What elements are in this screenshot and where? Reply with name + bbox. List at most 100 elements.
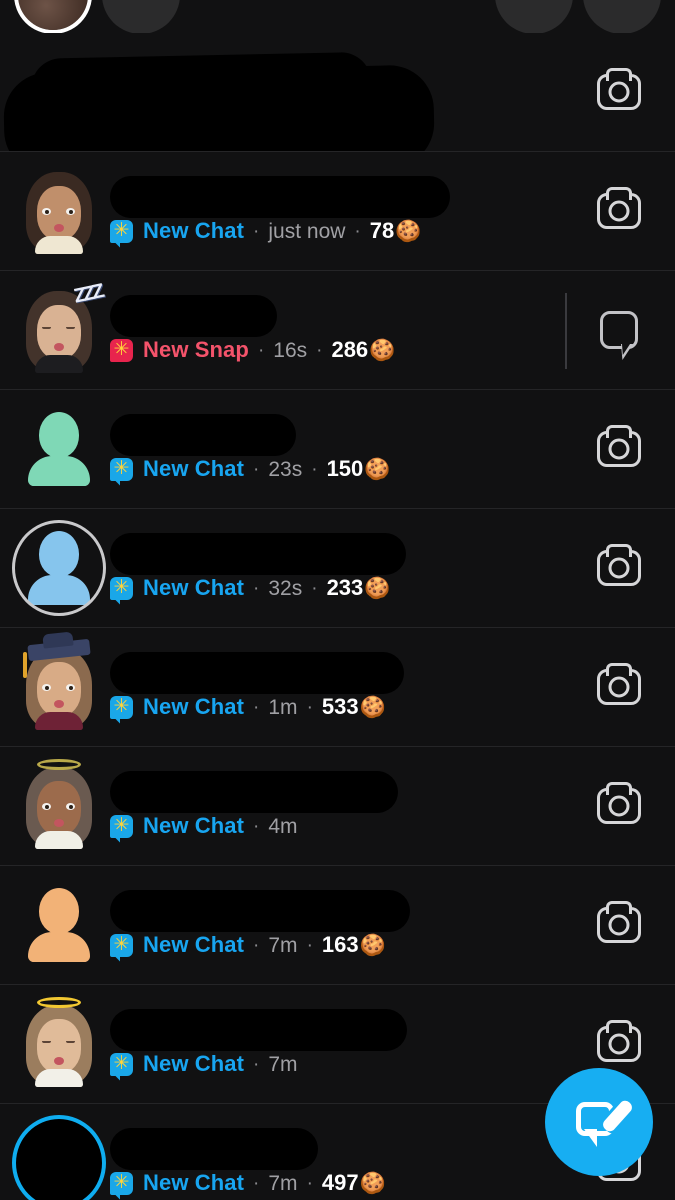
camera-icon[interactable] (597, 550, 641, 586)
separator-dot: · (253, 934, 260, 956)
chat-row[interactable]: New Chat · 32s · 233🍪 (0, 508, 675, 627)
new-chat-icon (110, 814, 133, 838)
row-action-camera[interactable] (563, 152, 675, 271)
separator-dot: · (253, 696, 260, 718)
story-circle[interactable] (495, 0, 573, 34)
timestamp: 4m (268, 814, 298, 838)
bitmoji-avatar: ZZZ (20, 280, 104, 373)
avatar[interactable]: ZZZ (16, 280, 104, 376)
stories-row[interactable] (0, 0, 675, 34)
separator-dot: · (311, 577, 318, 599)
timestamp: 1m (268, 695, 298, 719)
chat-row-redacted-hero[interactable] (0, 33, 675, 176)
default-avatar-icon (28, 412, 90, 486)
avatar[interactable] (16, 403, 102, 495)
redaction-blob (110, 175, 450, 218)
streak-emoji: 🍪 (369, 338, 396, 362)
chat-status-line: New Chat · 4m (110, 813, 563, 838)
chat-row[interactable]: New Chat · just now · 78🍪 (0, 151, 675, 270)
streak-count: 497 (321, 1170, 359, 1195)
row-action-camera[interactable] (563, 33, 675, 152)
timestamp: 16s (273, 338, 308, 362)
camera-icon[interactable] (597, 669, 641, 705)
story-circle-own[interactable] (14, 0, 92, 34)
avatar[interactable] (16, 759, 102, 852)
streak-count: 533 (321, 694, 359, 719)
contact-name (110, 413, 563, 456)
timestamp: just now (268, 219, 346, 243)
chat-row[interactable]: New Chat · 23s · 150🍪 (0, 389, 675, 508)
chat-status-line: New Chat · 7m (110, 1051, 563, 1076)
chat-row-text: New Chat · 4m (102, 760, 563, 852)
chat-row[interactable]: New Chat · 7m · 163🍪 (0, 865, 675, 984)
bitmoji-avatar (20, 997, 98, 1087)
avatar[interactable] (16, 879, 102, 971)
status-label: New Chat (143, 813, 245, 838)
chat-status-line: New Chat · just now · 78🍪 (110, 219, 563, 243)
story-circle[interactable] (583, 0, 661, 34)
chat-row-text: New Chat · 32s · 233🍪 (102, 522, 563, 614)
chat-row[interactable]: New Chat · 4m (0, 746, 675, 865)
row-action-camera[interactable] (563, 390, 675, 509)
separator-dot: · (253, 577, 260, 599)
separator-dot: · (257, 339, 265, 361)
chat-row[interactable]: ZZZ New Snap · 16s · 286🍪 (0, 270, 675, 389)
new-snap-icon (110, 338, 133, 362)
story-circle[interactable] (102, 0, 180, 34)
contact-name (110, 1127, 563, 1170)
row-action-camera[interactable] (563, 509, 675, 628)
streak-emoji: 🍪 (364, 457, 391, 481)
separator-dot: · (253, 1053, 260, 1075)
redaction-blob (13, 1116, 105, 1200)
status-label: New Chat (143, 1051, 245, 1076)
status-label: New Chat (143, 1170, 245, 1195)
chat-row[interactable]: New Chat · 1m · 533🍪 (0, 627, 675, 746)
chat-row-text: New Chat · 7m · 497🍪 (102, 1117, 563, 1200)
camera-icon[interactable] (597, 788, 641, 824)
separator-dot: · (306, 696, 313, 718)
redaction-blob (110, 532, 406, 575)
compose-chat-icon (576, 1098, 635, 1144)
streak-count: 163 (321, 932, 359, 957)
separator-dot: · (354, 220, 361, 242)
row-action-camera[interactable] (563, 628, 675, 747)
avatar[interactable] (16, 165, 102, 257)
contact-name (110, 175, 563, 218)
camera-icon[interactable] (597, 431, 641, 467)
timestamp: 23s (268, 457, 303, 481)
bitmoji-avatar (20, 168, 98, 254)
row-action-chat[interactable] (563, 271, 675, 390)
streak-emoji: 🍪 (395, 219, 422, 243)
camera-icon[interactable] (597, 1026, 641, 1062)
streak-count: 286 (331, 337, 369, 362)
contact-name (110, 770, 563, 813)
avatar[interactable] (16, 997, 102, 1090)
default-avatar-icon (28, 531, 90, 605)
chat-status-line: New Chat · 23s · 150🍪 (110, 456, 563, 481)
row-action-camera[interactable] (563, 747, 675, 866)
new-chat-icon (110, 695, 133, 719)
redaction-blob (110, 413, 296, 456)
row-action-camera[interactable] (563, 866, 675, 985)
status-label: New Snap (143, 337, 249, 362)
streak-emoji: 🍪 (359, 1171, 386, 1195)
new-chat-fab[interactable] (545, 1068, 653, 1176)
chat-bubble-icon[interactable] (600, 311, 638, 349)
chat-status-line: New Chat · 32s · 233🍪 (110, 576, 563, 600)
avatar[interactable] (12, 520, 106, 616)
status-label: New Chat (143, 456, 245, 481)
camera-icon[interactable] (597, 907, 641, 943)
timestamp: 7m (268, 933, 298, 957)
avatar[interactable] (12, 1115, 106, 1200)
timestamp: 7m (268, 1171, 298, 1195)
chat-row-text: New Chat · 7m · 163🍪 (102, 879, 563, 971)
timestamp: 32s (268, 576, 303, 600)
avatar[interactable] (16, 638, 102, 733)
redaction-blob (110, 889, 410, 932)
redaction-blob (110, 1008, 407, 1051)
chat-status-line: New Snap · 16s · 286🍪 (110, 337, 563, 362)
chat-row-text: New Snap · 16s · 286🍪 (102, 284, 563, 376)
camera-icon[interactable] (597, 74, 641, 110)
camera-icon[interactable] (597, 193, 641, 229)
redaction-blob (110, 1127, 318, 1170)
